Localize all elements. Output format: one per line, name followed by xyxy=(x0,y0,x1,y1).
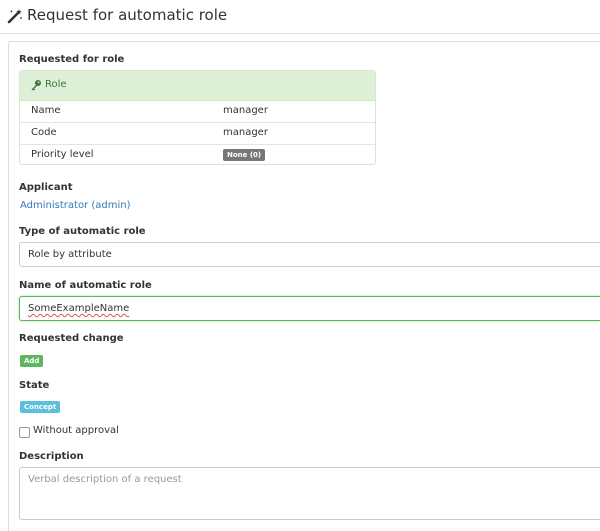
row-value: manager xyxy=(223,127,268,138)
description-textarea[interactable]: Verbal description of a request xyxy=(19,467,600,520)
type-select[interactable]: Role by attribute xyxy=(19,242,600,267)
role-row-priority: Priority level None (0) xyxy=(20,144,375,166)
role-panel-title: Role xyxy=(45,79,67,90)
change-label: Requested change xyxy=(19,333,124,344)
row-value: manager xyxy=(223,105,268,116)
without-approval-checkbox[interactable] xyxy=(19,427,30,438)
applicant-link[interactable]: Administrator (admin) xyxy=(20,200,130,211)
role-panel-header: Role xyxy=(20,71,375,101)
name-input[interactable]: SomeExampleName xyxy=(19,296,600,321)
requested-role-label: Requested for role xyxy=(19,54,125,65)
change-badge: Add xyxy=(20,355,44,367)
role-row-name: Name manager xyxy=(20,100,375,123)
name-value: SomeExampleName xyxy=(28,303,130,314)
state-badge: Concept xyxy=(20,401,61,413)
name-label: Name of automatic role xyxy=(19,280,152,291)
magic-wand-icon xyxy=(7,9,22,24)
applicant-label: Applicant xyxy=(19,182,73,193)
description-placeholder: Verbal description of a request xyxy=(28,474,182,485)
type-label: Type of automatic role xyxy=(19,226,146,237)
priority-badge: None (0) xyxy=(223,149,266,161)
page-header: Request for automatic role xyxy=(0,0,600,34)
row-key: Name xyxy=(31,105,61,116)
role-detail-panel: Role Name manager Code manager Priority … xyxy=(19,70,376,165)
key-icon xyxy=(31,80,41,91)
without-approval-label: Without approval xyxy=(33,425,119,436)
row-key: Code xyxy=(31,127,57,138)
page-title: Request for automatic role xyxy=(27,6,228,24)
row-key: Priority level xyxy=(31,149,94,160)
type-value: Role by attribute xyxy=(28,249,112,260)
role-row-code: Code manager xyxy=(20,122,375,145)
state-label: State xyxy=(19,380,50,391)
description-label: Description xyxy=(19,451,84,462)
